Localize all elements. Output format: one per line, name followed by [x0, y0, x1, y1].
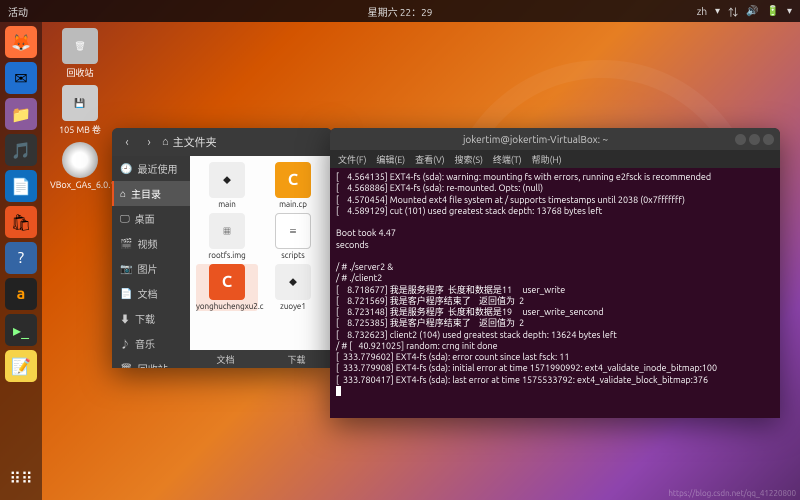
file-yonghuchengxu2[interactable]: Cyonghuchengxu2.c [196, 264, 258, 311]
desktop-icons: 🗑回收站 💾105 MB 卷 VBox_GAs_6.0.12 [50, 28, 110, 190]
desktop-icon: 🖵 [120, 213, 130, 225]
minimize-button[interactable] [735, 134, 746, 145]
desktop-icon-disc[interactable]: VBox_GAs_6.0.12 [50, 142, 110, 190]
clock-datetime[interactable]: 星期六 22：29 [368, 4, 433, 19]
sidebar-item-trash[interactable]: 🗑回收站 [112, 356, 190, 368]
dock-app-firefox[interactable]: 🦊 [5, 26, 37, 58]
sidebar-item-desktop[interactable]: 🖵桌面 [112, 206, 190, 231]
files-status-hint: 文档 下载 [190, 350, 332, 368]
sidebar-item-recent[interactable]: 🕘最近使用 [112, 156, 190, 181]
show-applications-button[interactable]: ⠿⠿ [5, 462, 37, 494]
files-window: ‹ › ⌂ 主文件夹 🕘最近使用 ⌂主目录 🖵桌面 🎬视频 📷图片 📄文档 ⬇下载… [112, 128, 332, 368]
sidebar-item-documents[interactable]: 📄文档 [112, 281, 190, 306]
download-icon: ⬇ [120, 311, 130, 326]
activities-button[interactable]: 活动 [8, 4, 28, 19]
trash-icon: 🗑 [120, 363, 133, 369]
dock: 🦊 ✉ 📁 🎵 📄 🛍 ? a ▸_ 📝 ⠿⠿ [0, 22, 42, 500]
file-main-cp[interactable]: Cmain.cp [262, 162, 324, 209]
dock-app-rhythmbox[interactable]: 🎵 [5, 134, 37, 166]
photo-icon: 📷 [120, 263, 132, 275]
files-sidebar: 🕘最近使用 ⌂主目录 🖵桌面 🎬视频 📷图片 📄文档 ⬇下载 ♪音乐 🗑回收站 … [112, 156, 190, 368]
music-icon: ♪ [120, 336, 130, 351]
dock-app-amazon[interactable]: a [5, 278, 37, 310]
power-icon[interactable]: ▾ [787, 5, 792, 17]
clock-icon: 🕘 [120, 163, 132, 175]
video-icon: 🎬 [120, 238, 132, 250]
terminal-title: jokertim@jokertim-VirtualBox: ~ [463, 134, 608, 145]
terminal-window: jokertim@jokertim-VirtualBox: ~ 文件(F) 编辑… [330, 128, 780, 418]
sidebar-item-videos[interactable]: 🎬视频 [112, 231, 190, 256]
menu-edit[interactable]: 编辑(E) [376, 153, 405, 166]
file-main[interactable]: ◆main [196, 162, 258, 209]
cursor-icon [336, 386, 341, 396]
desktop-icon-drive[interactable]: 💾105 MB 卷 [50, 85, 110, 136]
file-rootfs[interactable]: ▦rootfs.img [196, 213, 258, 260]
breadcrumb-label[interactable]: 主文件夹 [173, 134, 217, 150]
dock-app-terminal[interactable]: ▸_ [5, 314, 37, 346]
file-scripts[interactable]: ≡scripts [262, 213, 324, 260]
sidebar-item-music[interactable]: ♪音乐 [112, 331, 190, 356]
volume-icon[interactable]: 🔊 [746, 5, 758, 17]
top-bar: 活动 星期六 22：29 zh ▾ ⇅ 🔊 🔋 ▾ [0, 0, 800, 22]
home-icon: ⌂ [120, 188, 126, 200]
sidebar-item-downloads[interactable]: ⬇下载 [112, 306, 190, 331]
files-titlebar[interactable]: ‹ › ⌂ 主文件夹 [112, 128, 332, 156]
menu-file[interactable]: 文件(F) [338, 153, 366, 166]
doc-icon: 📄 [120, 288, 132, 300]
menu-terminal[interactable]: 终端(T) [493, 153, 522, 166]
dock-app-notes[interactable]: 📝 [5, 350, 37, 382]
sidebar-item-home[interactable]: ⌂主目录 [112, 181, 190, 206]
files-grid[interactable]: ◆main Cmain.cp ▦rootfs.img ≡scripts Cyon… [190, 156, 332, 368]
network-icon[interactable]: ⇅ [728, 4, 738, 19]
input-method-indicator[interactable]: zh [697, 6, 707, 17]
file-zuoye1[interactable]: ◆zuoye1 [262, 264, 324, 311]
dock-app-files[interactable]: 📁 [5, 98, 37, 130]
close-button[interactable] [763, 134, 774, 145]
menu-view[interactable]: 查看(V) [415, 153, 444, 166]
nav-forward-button[interactable]: › [140, 133, 158, 151]
dock-app-software[interactable]: 🛍 [5, 206, 37, 238]
desktop-icon-trash[interactable]: 🗑回收站 [50, 28, 110, 79]
maximize-button[interactable] [749, 134, 760, 145]
battery-icon[interactable]: 🔋 [767, 5, 779, 17]
watermark-text: https://blog.csdn.net/qq_41220800 [668, 489, 796, 498]
dock-app-writer[interactable]: 📄 [5, 170, 37, 202]
terminal-menubar: 文件(F) 编辑(E) 查看(V) 搜索(S) 终端(T) 帮助(H) [330, 150, 780, 168]
terminal-content[interactable]: [ 4.564135] EXT4-fs (sda): warning: moun… [330, 168, 780, 418]
terminal-titlebar[interactable]: jokertim@jokertim-VirtualBox: ~ [330, 128, 780, 150]
dock-app-help[interactable]: ? [5, 242, 37, 274]
indicator-separator: ▾ [715, 5, 720, 17]
dock-app-thunderbird[interactable]: ✉ [5, 62, 37, 94]
nav-back-button[interactable]: ‹ [118, 133, 136, 151]
sidebar-item-pictures[interactable]: 📷图片 [112, 256, 190, 281]
home-icon: ⌂ [162, 136, 169, 148]
menu-help[interactable]: 帮助(H) [532, 153, 562, 166]
menu-search[interactable]: 搜索(S) [455, 153, 483, 166]
